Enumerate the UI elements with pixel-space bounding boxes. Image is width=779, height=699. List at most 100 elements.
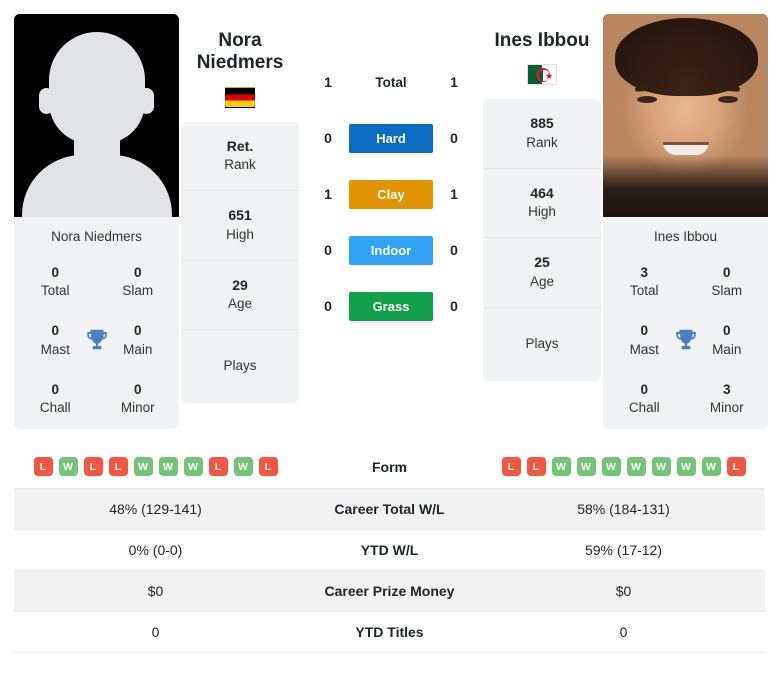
right-ytd-titles: 0 [619, 624, 628, 641]
label: Main [123, 341, 153, 357]
label: Slam [122, 283, 154, 299]
left-titles-mast: 0 Mast [14, 312, 107, 370]
label: Rank [526, 135, 558, 150]
right-career-prize-money: $0 [615, 583, 632, 600]
right-form-strip: LLWWWWWWWL [488, 457, 759, 477]
label: Age [227, 296, 253, 312]
right-titles-grid: 3 Total 0 Slam 0 Mast 0 Main 0 Chall 3 M… [603, 254, 768, 429]
left-rank-block: Ret. Rank [181, 122, 299, 192]
right-player-photo-card[interactable]: Ines Ibbou 3 Total 0 Slam 0 Mast 0 Main … [603, 14, 768, 430]
table-row-form: LWLLWWWLWL Form LLWWWWWWWL [14, 445, 765, 489]
value: 0 [51, 323, 59, 339]
left-titles-slam: 0 Slam [97, 254, 180, 312]
label: Minor [120, 400, 155, 416]
left-player-caption: Nora Niedmers [51, 229, 142, 244]
left-titles-chall: 0 Chall [14, 371, 97, 429]
form-badge-w[interactable]: W [576, 457, 596, 477]
label: Age [529, 273, 555, 289]
surface-label-total: Total [375, 74, 407, 90]
value: 3 [640, 265, 648, 280]
right-titles-slam: 0 Slam [686, 254, 769, 312]
form-badge-l[interactable]: L [33, 457, 53, 477]
row-label-form: Form [372, 458, 407, 475]
left-titles-main: 0 Main [97, 312, 180, 370]
left-titles-total: 0 Total [14, 254, 97, 312]
surface-badge-hard[interactable]: Hard [349, 123, 433, 153]
form-badge-l[interactable]: L [208, 457, 228, 477]
row-label-ytd-titles: YTD Titles [355, 624, 424, 641]
germany-flag [225, 86, 255, 108]
right-high-block: 464 High [483, 169, 601, 239]
value: 0 [133, 265, 142, 280]
right-score-clay: 1 [450, 186, 458, 202]
form-badge-w[interactable]: W [551, 457, 571, 477]
value: 25 [534, 254, 550, 271]
left-high-block: 651 High [181, 191, 299, 261]
left-player-photo-card[interactable]: Nora Niedmers 0 Total 0 Slam 0 Mast 0 Ma… [14, 14, 180, 430]
right-player-name[interactable]: Ines Ibbou [495, 14, 590, 52]
form-badge-l[interactable]: L [108, 457, 128, 477]
label: Mast [629, 341, 659, 357]
value: Ret. [226, 137, 254, 154]
left-player-name-line1: Nora [218, 30, 262, 51]
surface-badge-indoor[interactable]: Indoor [349, 235, 433, 265]
row-label-ytd-wl: YTD W/L [360, 542, 419, 559]
form-badge-w[interactable]: W [58, 457, 78, 477]
left-plays-block: Plays [181, 330, 299, 403]
value: 3 [722, 381, 731, 397]
right-player-photo [603, 14, 768, 217]
right-player-name-line1: Ines Ibbou [494, 30, 590, 51]
surface-breakdown-column: 1 Total 1 0 Hard 0 1 Clay 1 0 Indoor 0 0 [301, 14, 481, 334]
form-badge-w[interactable]: W [626, 457, 646, 477]
left-score-grass: 0 [324, 298, 332, 314]
left-form-cell: LWLLWWWLWL [14, 445, 297, 489]
form-badge-l[interactable]: L [526, 457, 546, 477]
head-to-head-comparison: Nora Niedmers 0 Total 0 Slam 0 Mast 0 Ma… [0, 0, 779, 653]
value: 0 [722, 323, 731, 339]
table-row-ytd-wl: 0% (0-0) YTD W/L 59% (17-12) [14, 529, 765, 571]
left-titles-minor: 0 Minor [97, 371, 180, 429]
right-plays-block: Plays [483, 308, 601, 381]
form-badge-l[interactable]: L [501, 457, 521, 477]
left-score-total: 1 [324, 74, 332, 90]
left-career-prize-money: $0 [147, 583, 164, 600]
form-badge-w[interactable]: W [601, 457, 621, 477]
value: 0 [722, 265, 731, 280]
value: 0 [133, 381, 142, 397]
left-score-hard: 0 [324, 130, 332, 146]
value: 0 [640, 381, 648, 397]
label: Slam [711, 283, 743, 299]
right-player-caption: Ines Ibbou [653, 229, 718, 244]
avatar-placeholder-icon [14, 14, 179, 217]
form-badge-w[interactable]: W [701, 457, 721, 477]
left-age-block: 29 Age [181, 261, 299, 331]
left-player-name[interactable]: Nora Niedmers [197, 14, 284, 75]
right-titles-main: 0 Main [686, 312, 769, 370]
surface-badge-grass[interactable]: Grass [349, 291, 433, 321]
form-badge-w[interactable]: W [676, 457, 696, 477]
right-player-stat-stack: 885 Rank 464 High 25 Age Plays [483, 99, 601, 381]
form-badge-l[interactable]: L [726, 457, 746, 477]
surface-badge-clay[interactable]: Clay [349, 179, 433, 209]
form-badge-w[interactable]: W [233, 457, 253, 477]
left-form-strip: LWLLWWWLWL [20, 457, 291, 477]
right-score-indoor: 0 [450, 242, 458, 258]
row-label-career-prize-money: Career Prize Money [324, 583, 455, 600]
label: High [226, 226, 254, 242]
right-titles-chall: 0 Chall [603, 371, 686, 429]
left-score-indoor: 0 [324, 242, 332, 258]
form-badge-w[interactable]: W [183, 457, 203, 477]
right-age-block: 25 Age [483, 238, 601, 308]
left-ytd-titles: 0 [151, 624, 160, 641]
surface-row-clay: 1 Clay 1 [307, 166, 475, 222]
label: Plays [223, 358, 257, 374]
label: Mast [40, 341, 70, 357]
form-badge-l[interactable]: L [83, 457, 103, 477]
form-badge-w[interactable]: W [133, 457, 153, 477]
value: 0 [51, 265, 59, 280]
form-badge-w[interactable]: W [651, 457, 671, 477]
form-badge-w[interactable]: W [158, 457, 178, 477]
form-badge-l[interactable]: L [258, 457, 278, 477]
label: Plays [525, 335, 559, 351]
player-portrait-image [603, 14, 768, 217]
